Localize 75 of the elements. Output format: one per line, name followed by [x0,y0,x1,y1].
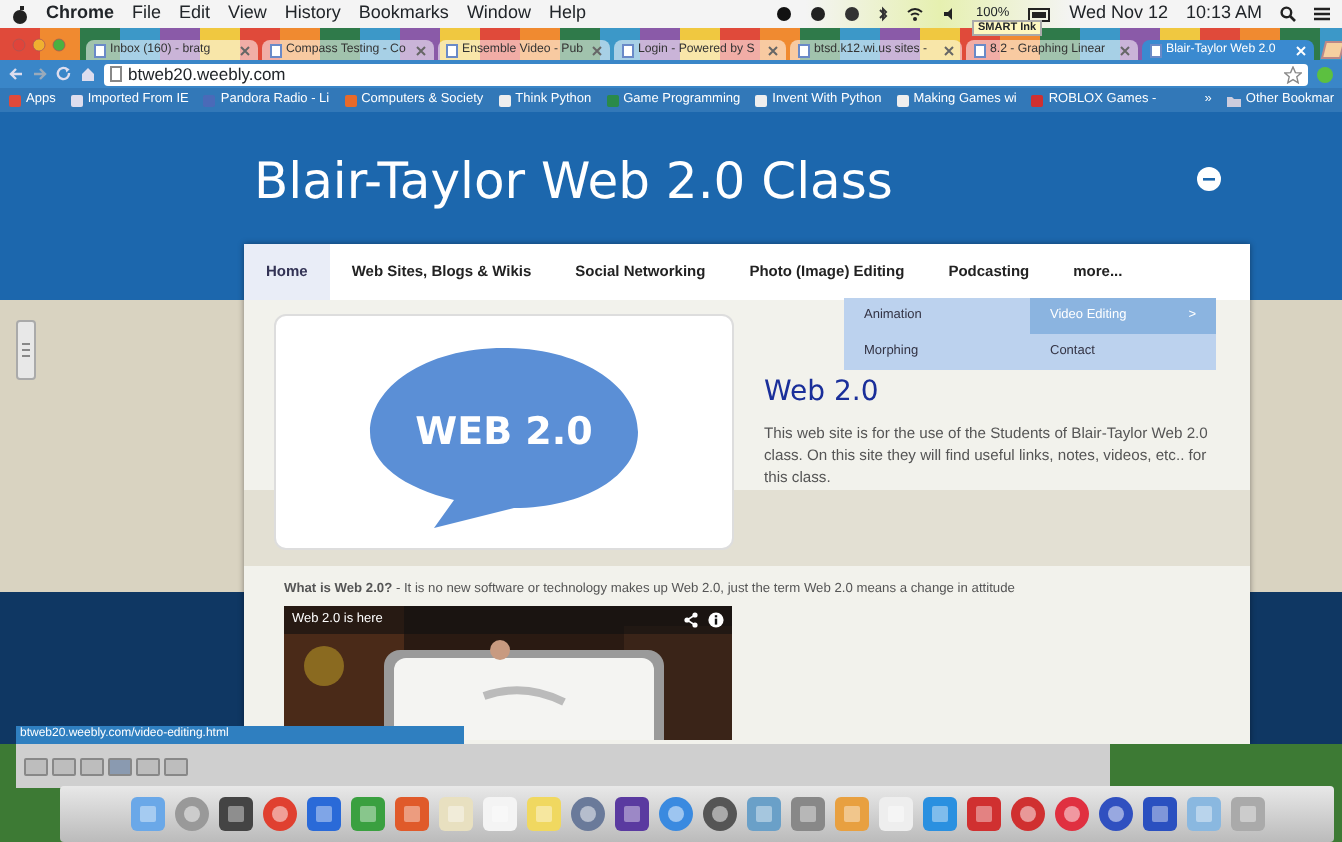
view-button[interactable] [52,757,76,775]
search-icon[interactable] [1280,6,1296,22]
app-icon[interactable] [613,796,649,832]
menu-item[interactable]: Window [466,0,531,28]
star-icon[interactable] [1284,65,1302,83]
minimize-window-icon[interactable] [32,37,46,51]
page-icon [1150,43,1162,57]
battery-icon [1027,7,1052,21]
page-icon [974,43,986,57]
wifi-icon[interactable] [905,6,924,22]
app-icon[interactable] [701,796,737,832]
close-icon[interactable] [240,45,250,55]
side-handle[interactable] [16,320,36,380]
close-icon[interactable] [1120,45,1130,55]
logo-text: WEB 2.0 [415,407,593,458]
close-icon[interactable] [768,45,778,55]
app-icon[interactable] [1097,796,1133,832]
favicon-icon [343,93,358,107]
menu-item[interactable]: Bookmarks [358,0,449,28]
app-icon[interactable] [217,796,253,832]
home-icon[interactable] [80,66,96,82]
close-icon[interactable] [592,45,602,55]
menubar-clock[interactable]: 10:13 AM [1185,0,1262,28]
extension-icon[interactable] [1316,65,1334,83]
bluetooth-icon[interactable] [877,6,888,22]
favicon-icon [605,93,620,107]
app-icon[interactable] [1053,796,1089,832]
apple-icon[interactable] [12,5,28,23]
app-icon[interactable] [569,796,605,832]
new-tab-icon[interactable] [1318,40,1342,60]
menu-toggle-icon[interactable] [1196,165,1222,191]
site-title: Blair-Taylor Web 2.0 Class [254,150,895,212]
page-icon [270,43,282,57]
view-button[interactable] [164,757,188,775]
favicon-icon [497,93,512,107]
menu-item[interactable]: File [132,0,162,28]
back-icon[interactable] [8,66,24,82]
view-button[interactable] [136,757,160,775]
app-icon[interactable] [305,796,341,832]
app-icon[interactable] [1009,796,1045,832]
zoom-window-icon[interactable] [52,37,66,51]
folder-icon [69,93,84,107]
list-icon[interactable] [1314,6,1330,22]
app-icon[interactable] [1141,796,1177,832]
menubar-date[interactable]: Wed Nov 12 [1069,0,1168,28]
view-button[interactable] [108,757,132,775]
share-icon[interactable] [684,611,698,628]
page-icon [798,43,810,57]
favicon-icon [202,93,217,107]
grip-icon [20,340,32,360]
section-heading: Web 2.0 [764,376,881,410]
favicon-icon [754,93,769,107]
app-icon[interactable] [965,796,1001,832]
menu-item[interactable]: Help [548,0,586,28]
view-button[interactable] [24,757,48,775]
menu-item[interactable]: History [284,0,341,28]
menu-item[interactable]: Edit [179,0,211,28]
menu-item[interactable]: View [228,0,267,28]
page-icon [446,43,458,57]
address-bar[interactable]: btweb20.weebly.com [104,63,1308,85]
page-icon [622,43,634,57]
view-button[interactable] [80,757,104,775]
app-menu[interactable]: Chrome [46,0,115,28]
reload-icon[interactable] [56,66,72,82]
folder-icon [1225,93,1242,107]
info-icon[interactable] [708,611,724,628]
app-icon[interactable] [261,796,297,832]
volume-icon[interactable] [941,6,958,22]
address-text: btweb20.weebly.com [128,61,288,87]
close-icon[interactable] [416,45,426,55]
grid-icon [8,93,22,107]
favicon-icon [1030,93,1045,107]
close-icon[interactable] [944,45,954,55]
forward-icon[interactable] [32,66,48,82]
favicon-icon [895,93,910,107]
